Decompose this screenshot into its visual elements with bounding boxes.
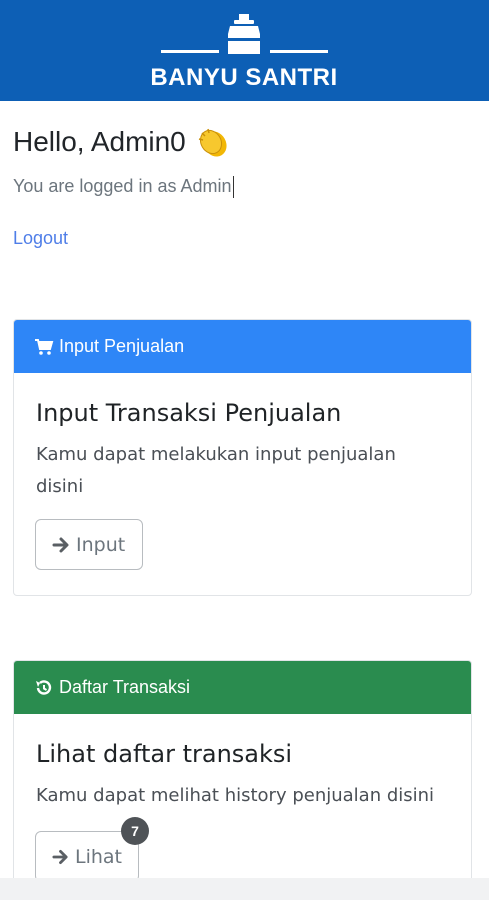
- input-sales-card: Input Penjualan Input Transaksi Penjuala…: [13, 319, 472, 596]
- history-icon: [34, 678, 54, 698]
- input-button-label: Input: [76, 533, 126, 556]
- card-body: Input Transaksi Penjualan Kamu dapat mel…: [14, 373, 471, 523]
- card-description: Kamu dapat melakukan input penjualan dis…: [36, 444, 396, 497]
- notification-badge: 7: [121, 817, 149, 845]
- water-gallon-icon: [161, 14, 328, 54]
- text-cursor: [232, 176, 234, 199]
- greeting-heading: Hello, Admin0: [13, 125, 230, 159]
- brand-name: BANYU SANTRI: [150, 64, 338, 91]
- input-button[interactable]: Input: [35, 519, 143, 570]
- arrow-right-icon: [52, 537, 69, 552]
- greeting-text: Hello, Admin0: [13, 126, 186, 157]
- arrow-right-icon: [52, 849, 68, 864]
- logout-link[interactable]: Logout: [13, 228, 68, 249]
- transaction-list-card: Daftar Transaksi Lihat daftar transaksi …: [13, 660, 472, 900]
- card-header-input: Input Penjualan: [14, 320, 471, 373]
- card-body: Lihat daftar transaksi Kamu dapat meliha…: [14, 714, 471, 832]
- card-header-list: Daftar Transaksi: [14, 661, 471, 714]
- card-header-label: Input Penjualan: [59, 336, 185, 356]
- bottom-bar: [0, 878, 489, 900]
- clapping-hands-icon: [196, 125, 230, 159]
- brand-logo[interactable]: BANYU SANTRI: [146, 10, 342, 94]
- logged-in-status: You are logged in as Admin: [13, 176, 234, 199]
- logged-in-text: You are logged in as Admin: [13, 176, 232, 196]
- card-title: Lihat daftar transaksi: [36, 740, 293, 768]
- shopping-cart-icon: [34, 337, 54, 357]
- card-title: Input Transaksi Penjualan: [36, 399, 342, 427]
- card-description: Kamu dapat melihat history penjualan dis…: [36, 785, 435, 806]
- app-header: BANYU SANTRI: [0, 0, 489, 101]
- view-button-label: Lihat: [75, 845, 122, 868]
- card-header-label: Daftar Transaksi: [59, 677, 191, 697]
